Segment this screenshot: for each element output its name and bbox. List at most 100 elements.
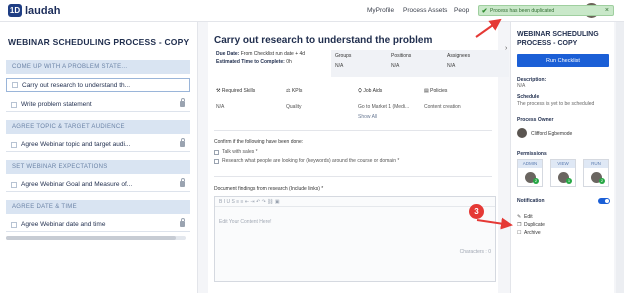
checkbox[interactable] (214, 149, 219, 155)
task-checkbox[interactable] (11, 181, 17, 188)
task-checkbox[interactable] (11, 141, 17, 148)
lock-icon (180, 178, 185, 187)
permission-run[interactable]: RUN 2 (583, 159, 609, 187)
task-item[interactable]: Agree Webinar Goal and Measure of... (6, 178, 190, 192)
task-label: Carry out research to understand th... (22, 81, 131, 89)
task-label: Agree Webinar topic and target audi... (21, 141, 131, 148)
rich-text-editor[interactable]: B I U S ≡ ≡ ⇤ ⇥ ↶ ↷ ⛓ ▣ Edit Your Conten… (214, 196, 496, 282)
policies-header: ▤ Policies (424, 88, 448, 94)
required-skills-header: ⚒ Required Skills (216, 88, 256, 94)
permission-view[interactable]: VIEW 1 (550, 159, 576, 187)
notification-toggle[interactable] (598, 198, 610, 204)
edit-action[interactable]: ✎ Edit (517, 214, 533, 220)
col-label: Policies (430, 88, 448, 94)
job-aids-value[interactable]: Go to Market 1 (Medi... (358, 104, 409, 110)
confirm-item-label: Research what people are looking for (ke… (222, 158, 400, 164)
task-item[interactable]: Agree Webinar date and time (6, 218, 190, 232)
section-header[interactable]: AGREE DATE & TIME (6, 200, 190, 214)
process-sidebar: WEBINAR SCHEDULING PROCESS - COPY COME U… (0, 22, 198, 293)
card-label: Positions (391, 53, 412, 59)
due-date: Due Date: From Checklist run date + 4d (216, 51, 305, 57)
task-item[interactable]: Agree Webinar topic and target audi... (6, 138, 190, 152)
app-logo[interactable]: 1D laudah (8, 4, 60, 17)
divider (214, 130, 492, 131)
confirm-item-label: Talk with sales * (222, 149, 258, 155)
copy-icon: ❐ (517, 221, 522, 228)
task-label: Agree Webinar Goal and Measure of... (21, 181, 133, 188)
col-label: KPIs (291, 88, 303, 94)
character-counter: Characters : 0 (459, 249, 491, 255)
task-checkbox[interactable] (12, 82, 18, 88)
est-label: Estimated Time to Complete: (216, 59, 285, 65)
kpis-value[interactable]: Quality (286, 104, 302, 110)
action-label: Duplicate (524, 222, 545, 228)
step-number-badge: 3 (469, 204, 484, 219)
col-label: Required Skills (221, 88, 256, 94)
action-label: Edit (524, 214, 533, 220)
editor-toolbar[interactable]: B I U S ≡ ≡ ⇤ ⇥ ↶ ↷ ⛓ ▣ (215, 197, 495, 207)
estimated-time: Estimated Time to Complete: 0h (216, 59, 292, 65)
permission-label: ADMIN (518, 160, 542, 168)
checkbox[interactable] (214, 158, 219, 164)
nav-people[interactable]: Peop (454, 7, 469, 14)
required-skills-value: N/A (216, 104, 225, 110)
section-header[interactable]: SET WEBINAR EXPECTATIONS (6, 160, 190, 174)
divider (214, 176, 492, 177)
editor-placeholder[interactable]: Edit Your Content Here! (219, 219, 272, 225)
task-checkbox[interactable] (11, 221, 17, 228)
schedule-label: Schedule (517, 94, 540, 100)
permission-admin[interactable]: ADMIN 2 (517, 159, 543, 187)
toast-message: Process has been duplicated (490, 7, 555, 14)
confirm-item[interactable]: Research what people are looking for (ke… (214, 158, 399, 164)
nav-my-profile[interactable]: MyProfile (367, 7, 394, 14)
document-question: Document findings from research (Include… (214, 186, 324, 192)
notification-label: Notification (517, 198, 545, 204)
kpis-header: ⚖ KPIs (286, 88, 303, 94)
scrollbar-thumb[interactable] (6, 236, 176, 240)
lock-icon (180, 138, 185, 147)
task-item[interactable]: Write problem statement (6, 98, 190, 112)
task-detail: Carry out research to understand the pro… (208, 22, 509, 293)
task-item[interactable]: Carry out research to understand th... (6, 78, 190, 92)
run-checklist-button[interactable]: Run Checklist (517, 54, 609, 67)
permission-label: VIEW (551, 160, 575, 168)
section-header[interactable]: COME UP WITH A PROBLEM STATE... (6, 60, 190, 74)
nav-process-assets[interactable]: Process Assets (403, 7, 447, 14)
confirm-item[interactable]: Talk with sales * (214, 149, 258, 155)
show-all-link[interactable]: Show All (358, 114, 377, 120)
card-value: N/A (335, 63, 344, 69)
permission-count-badge: 2 (533, 178, 539, 184)
assignees-card: Assignees N/A (443, 50, 509, 77)
close-icon[interactable]: × (605, 7, 609, 14)
success-toast: ✔ Process has been duplicated × (478, 5, 614, 16)
card-value: N/A (447, 63, 456, 69)
section-header[interactable]: AGREE TOPIC & TARGET AUDIENCE (6, 120, 190, 134)
archive-action[interactable]: ☐ Archive (517, 230, 541, 236)
process-info-panel: WEBINAR SCHEDULING PROCESS - COPY Run Ch… (510, 22, 614, 293)
action-label: Archive (524, 230, 541, 236)
logo-mark-icon: 1D (8, 4, 22, 17)
est-value: 0h (286, 59, 292, 65)
chevron-right-icon[interactable]: › (505, 45, 507, 52)
permission-label: RUN (584, 160, 608, 168)
vertical-scrollbar[interactable] (616, 22, 624, 293)
panel-title: WEBINAR SCHEDULING PROCESS - COPY (517, 31, 599, 47)
job-aids-header: ⛭ Job Aids (358, 88, 383, 94)
owner-avatar[interactable] (517, 128, 527, 138)
lock-icon (180, 218, 185, 227)
owner-label: Process Owner (517, 117, 554, 123)
check-icon: ✔ (481, 7, 488, 15)
owner-name[interactable]: Clifford Egbemode (531, 131, 572, 137)
permissions-label: Permissions (517, 151, 547, 157)
policies-value[interactable]: Content creation (424, 104, 461, 110)
pencil-icon: ✎ (517, 213, 522, 220)
schedule-value: The process is yet to be scheduled (517, 101, 595, 107)
permission-count-badge: 1 (566, 178, 572, 184)
horizontal-scrollbar[interactable] (6, 236, 186, 240)
task-title: Carry out research to understand the pro… (214, 35, 433, 46)
duplicate-action[interactable]: ❐ Duplicate (517, 222, 545, 228)
task-checkbox[interactable] (11, 101, 17, 108)
due-label: Due Date: (216, 51, 240, 57)
card-value: N/A (391, 63, 400, 69)
col-label: Job Aids (363, 88, 383, 94)
